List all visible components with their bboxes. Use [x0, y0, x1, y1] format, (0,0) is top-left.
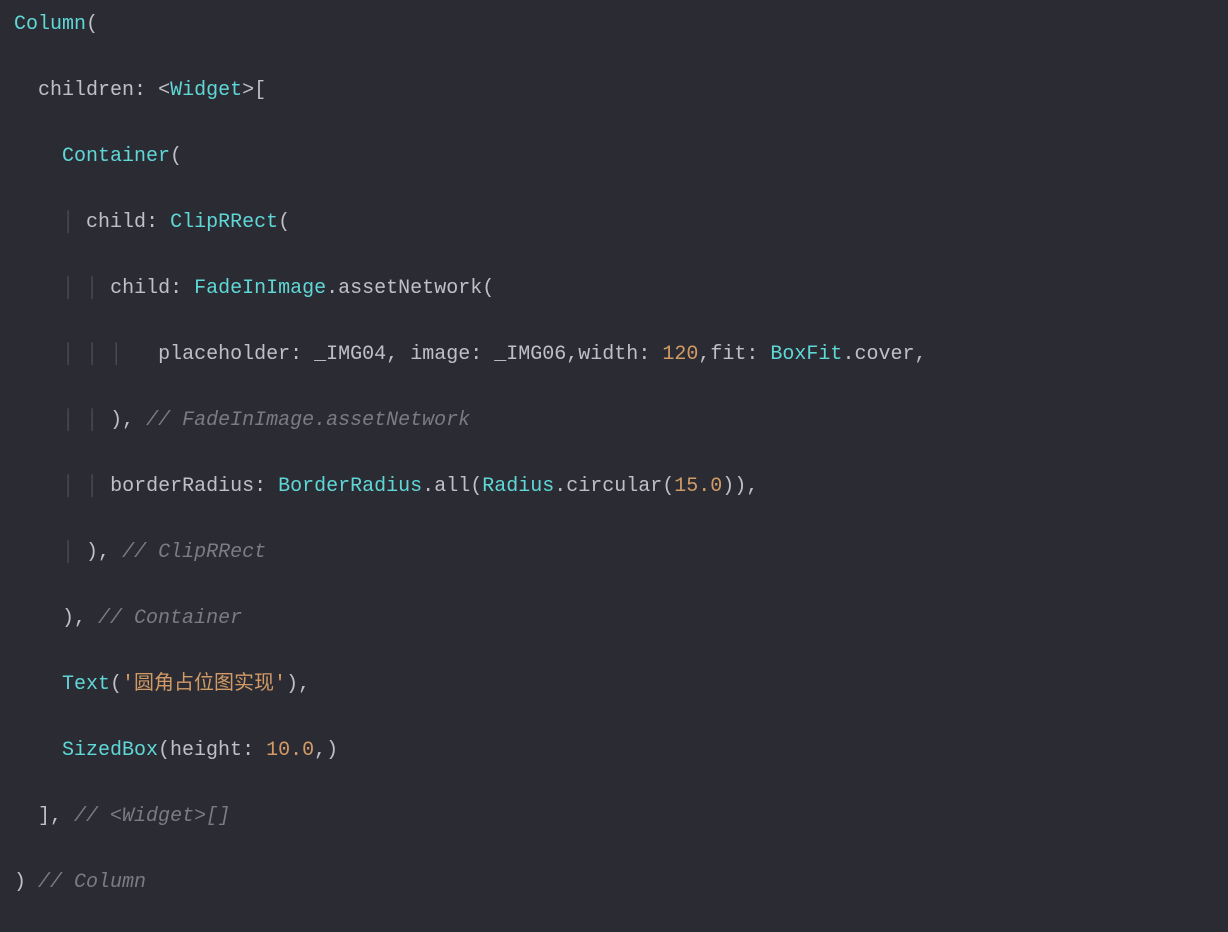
- comment: // Column: [38, 871, 146, 894]
- string-literal: '圆角占位图实现': [122, 673, 286, 696]
- code-line: Column(: [14, 8, 1214, 41]
- code-line: children: <Widget>[: [14, 74, 1214, 107]
- comment: // Container: [98, 607, 242, 630]
- code-line: │ │ child: FadeInImage.assetNetwork(: [14, 272, 1214, 305]
- code-line: │ child: ClipRRect(: [14, 206, 1214, 239]
- code-line: │ │ borderRadius: BorderRadius.all(Radiu…: [14, 470, 1214, 503]
- code-line: SizedBox(height: 10.0,): [14, 734, 1214, 767]
- comment: // <Widget>[]: [74, 805, 230, 828]
- class-name: ClipRRect: [170, 211, 278, 234]
- class-name: Column: [14, 13, 86, 36]
- code-line: ), // Container: [14, 602, 1214, 635]
- comment: // ClipRRect: [122, 541, 266, 564]
- class-name: Container: [62, 145, 170, 168]
- code-line: │ ), // ClipRRect: [14, 536, 1214, 569]
- code-line: │ │ │ placeholder: _IMG04, image: _IMG06…: [14, 338, 1214, 371]
- comment: // FadeInImage.assetNetwork: [146, 409, 470, 432]
- code-line: ) // Column: [14, 866, 1214, 899]
- class-name: Text: [62, 673, 110, 696]
- code-line: ], // <Widget>[]: [14, 800, 1214, 833]
- code-line: Container(: [14, 140, 1214, 173]
- code-line: Text('圆角占位图实现'),: [14, 668, 1214, 701]
- code-line: │ │ ), // FadeInImage.assetNetwork: [14, 404, 1214, 437]
- class-name: FadeInImage: [194, 277, 326, 300]
- code-block: Column( children: <Widget>[ Container( │…: [14, 8, 1214, 932]
- class-name: SizedBox: [62, 739, 158, 762]
